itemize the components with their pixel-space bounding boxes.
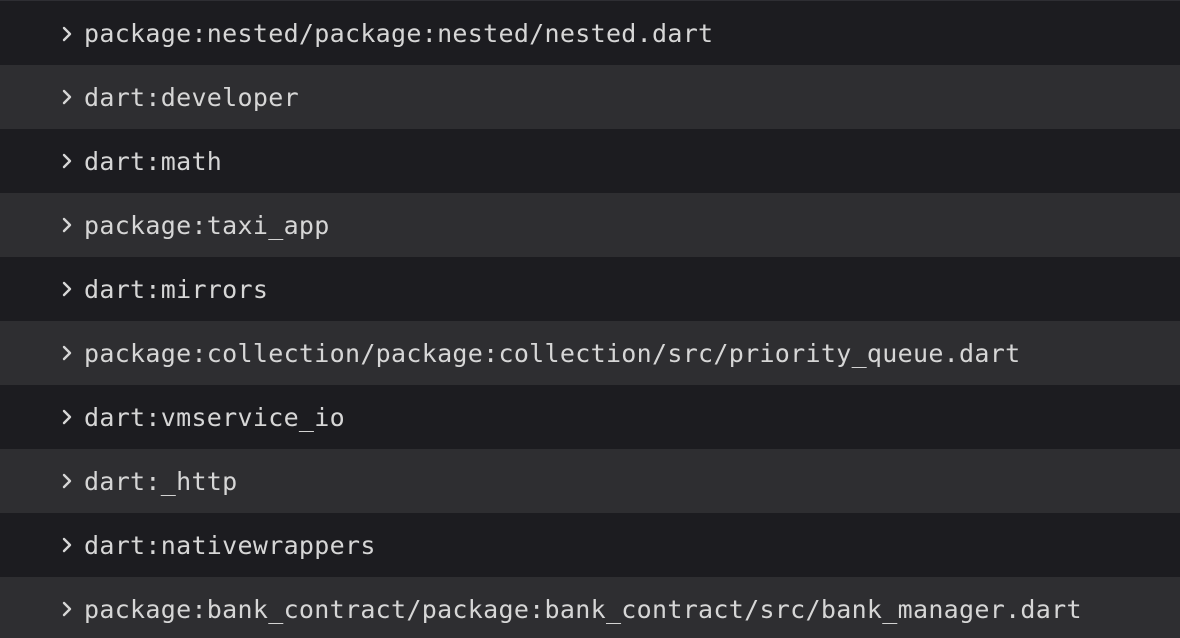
tree-item[interactable]: package:collection/package:collection/sr… — [0, 321, 1180, 385]
chevron-right-icon[interactable] — [58, 472, 76, 490]
chevron-right-icon[interactable] — [58, 600, 76, 618]
chevron-right-icon[interactable] — [58, 152, 76, 170]
tree-item[interactable]: package:taxi_app — [0, 193, 1180, 257]
chevron-right-icon[interactable] — [58, 25, 76, 43]
chevron-right-icon[interactable] — [58, 216, 76, 234]
tree-item[interactable]: dart:nativewrappers — [0, 513, 1180, 577]
chevron-right-icon[interactable] — [58, 344, 76, 362]
tree-item-label: dart:mirrors — [84, 274, 269, 304]
tree-item-label: dart:vmservice_io — [84, 402, 345, 432]
tree-item-label: dart:math — [84, 146, 223, 176]
chevron-right-icon[interactable] — [58, 88, 76, 106]
tree-item[interactable]: dart:developer — [0, 65, 1180, 129]
chevron-right-icon[interactable] — [58, 536, 76, 554]
tree-item-label: package:bank_contract/package:bank_contr… — [84, 594, 1082, 624]
tree-item-label: package:taxi_app — [84, 210, 330, 240]
tree-item-label: package:collection/package:collection/sr… — [84, 338, 1021, 368]
tree-item-label: dart:developer — [84, 82, 299, 112]
chevron-right-icon[interactable] — [58, 408, 76, 426]
tree-item[interactable]: package:nested/package:nested/nested.dar… — [0, 0, 1180, 65]
chevron-right-icon[interactable] — [58, 280, 76, 298]
tree-item-label: dart:_http — [84, 466, 238, 496]
tree-item[interactable]: dart:mirrors — [0, 257, 1180, 321]
tree-item-label: package:nested/package:nested/nested.dar… — [84, 19, 714, 48]
tree-item[interactable]: dart:_http — [0, 449, 1180, 513]
tree-item[interactable]: dart:vmservice_io — [0, 385, 1180, 449]
tree-item[interactable]: package:bank_contract/package:bank_contr… — [0, 577, 1180, 638]
tree-item[interactable]: dart:math — [0, 129, 1180, 193]
library-tree: package:nested/package:nested/nested.dar… — [0, 0, 1180, 638]
tree-item-label: dart:nativewrappers — [84, 530, 376, 560]
